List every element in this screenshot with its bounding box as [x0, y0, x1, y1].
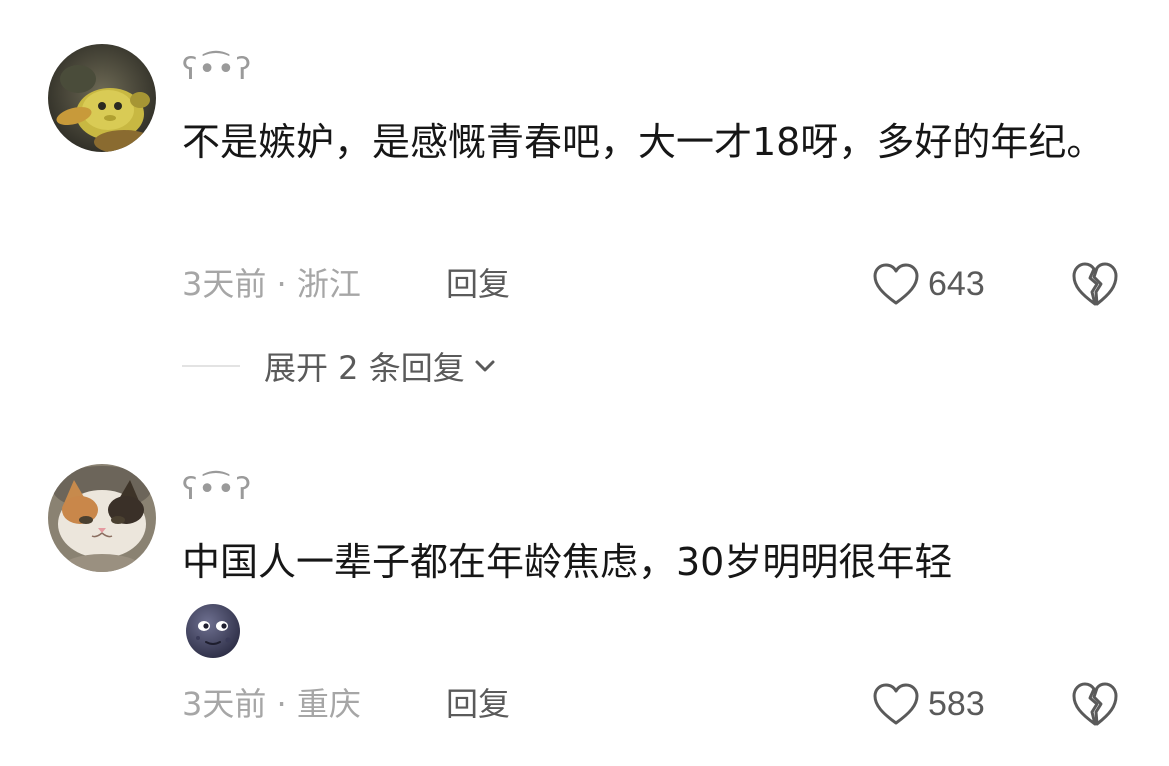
heart-icon: [873, 683, 919, 725]
like-button[interactable]: 643: [872, 260, 985, 308]
broken-heart-icon: [1072, 682, 1118, 726]
comment-time: 3天前: [182, 685, 267, 723]
comment-time: 3天前: [182, 265, 267, 303]
comment-meta: 3天前 · 浙江: [182, 264, 361, 304]
new-moon-face-emoji-icon: [184, 602, 242, 660]
reply-button[interactable]: 回复: [446, 264, 510, 304]
meta-separator: ·: [276, 685, 287, 723]
avatar[interactable]: [48, 44, 156, 152]
heart-icon: [873, 263, 919, 305]
username[interactable]: ʕ•͡•ʔ: [182, 472, 252, 508]
chevron-down-icon: [475, 360, 495, 372]
like-count: 643: [928, 264, 985, 303]
like-count: 583: [928, 684, 985, 723]
comment-text: 中国人一辈子都在年龄焦虑，30岁明明很年轻: [182, 540, 953, 584]
dislike-button[interactable]: [1070, 260, 1120, 308]
expand-replies-label: 展开 2 条回复: [264, 349, 465, 387]
reply-button[interactable]: 回复: [446, 684, 510, 724]
avatar[interactable]: [48, 464, 156, 572]
comment-meta: 3天前 · 重庆: [182, 684, 361, 724]
expand-replies-button[interactable]: 展开 2 条回复: [182, 346, 497, 387]
comment-list: ʕ•͡•ʔ 不是嫉妒，是感慨青春吧，大一才18呀，多好的年纪。 3天前 · 浙江…: [0, 0, 1169, 766]
meta-separator: ·: [276, 265, 287, 303]
comment-location: 重庆: [296, 685, 361, 723]
cat-face-avatar-icon: [48, 464, 156, 572]
username[interactable]: ʕ•͡•ʔ: [182, 52, 252, 88]
expand-divider: [182, 365, 240, 367]
like-button[interactable]: 583: [872, 680, 985, 728]
yellow-plush-toy-avatar-icon: [48, 44, 156, 152]
comment-location: 浙江: [296, 265, 361, 303]
comment-text: 不是嫉妒，是感慨青春吧，大一才18呀，多好的年纪。: [182, 120, 1105, 164]
broken-heart-icon: [1072, 262, 1118, 306]
dislike-button[interactable]: [1070, 680, 1120, 728]
